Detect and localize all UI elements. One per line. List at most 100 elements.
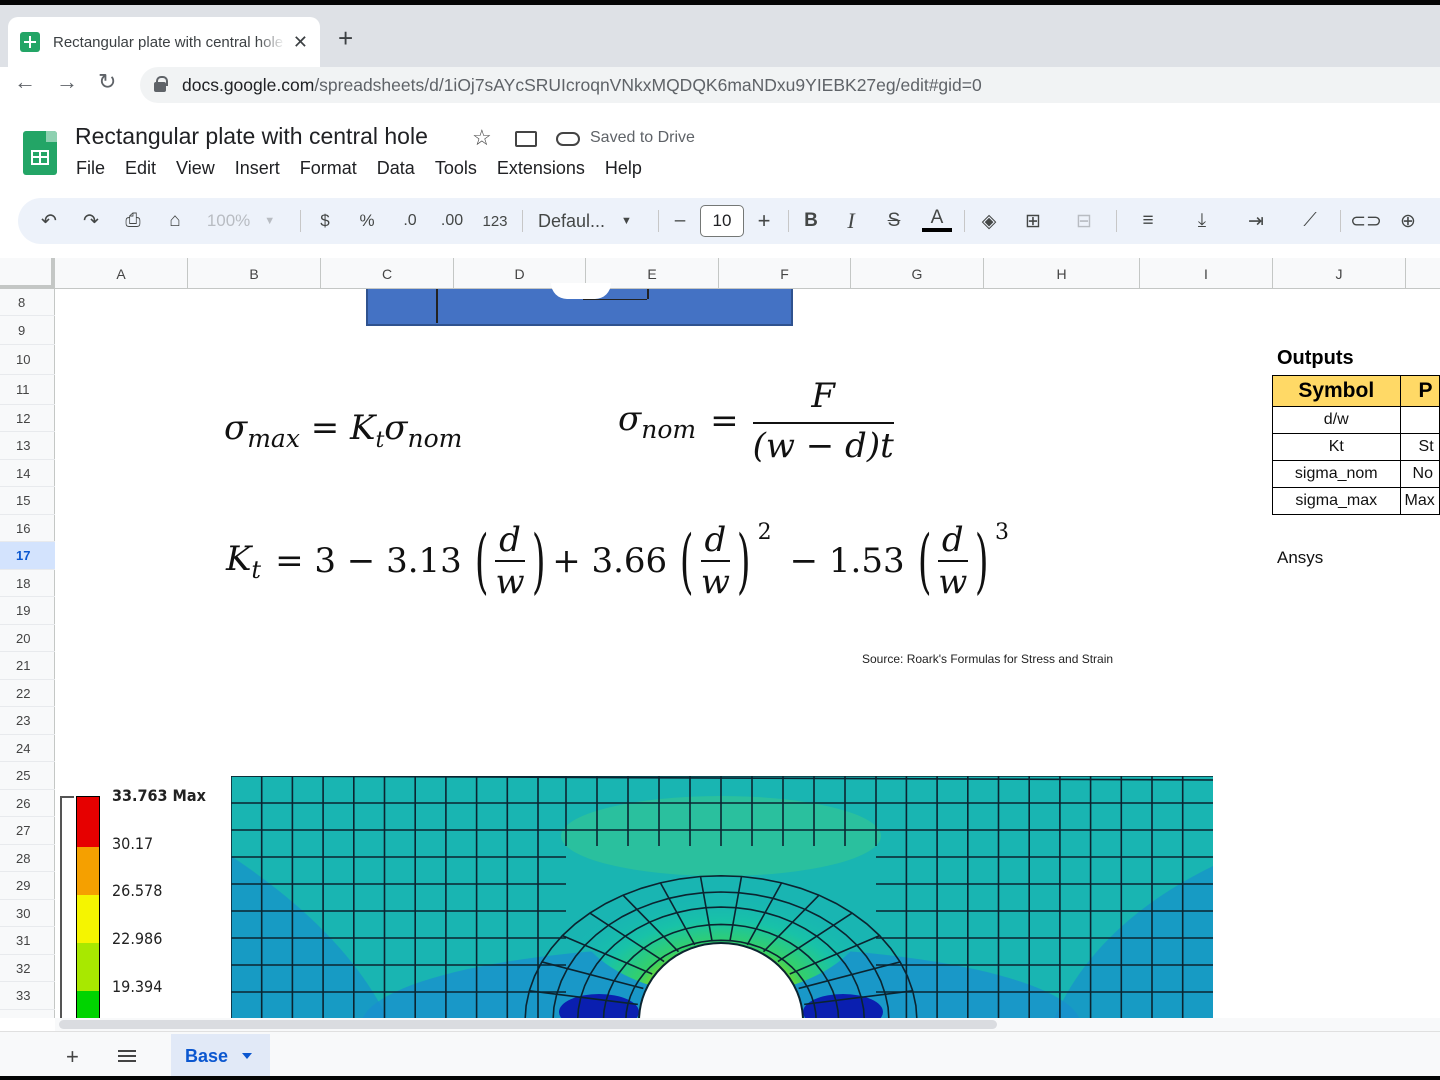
forward-icon[interactable]: → <box>56 71 78 93</box>
menu-format[interactable]: Format <box>290 158 367 179</box>
row-header[interactable]: 12 <box>0 405 55 432</box>
horizontal-scrollbar[interactable] <box>55 1018 1440 1031</box>
lock-icon[interactable] <box>154 76 168 92</box>
spreadsheet-grid[interactable]: A B C D E F G H I J 8 9 10 11 12 13 14 1… <box>0 258 1440 1018</box>
row-header[interactable]: 15 <box>0 487 55 515</box>
text-color-button[interactable]: A <box>924 198 950 244</box>
browser-tab[interactable]: Rectangular plate with central hole ✕ <box>8 17 320 67</box>
horizontal-align-icon[interactable]: ≡ <box>1128 198 1168 244</box>
cloud-saved-icon[interactable] <box>556 132 580 146</box>
insert-comment-icon[interactable]: ⊕ <box>1394 198 1422 244</box>
close-tab-icon[interactable]: ✕ <box>293 33 308 51</box>
row-header[interactable]: 31 <box>0 927 55 955</box>
currency-format-button[interactable]: $ <box>314 198 336 244</box>
row-header-selected[interactable]: 17 <box>0 542 55 570</box>
table-cell[interactable] <box>1399 406 1440 434</box>
row-header[interactable]: 30 <box>0 900 55 927</box>
chevron-down-icon[interactable] <box>242 1053 253 1059</box>
undo-icon[interactable]: ↶ <box>36 198 62 244</box>
menu-extensions[interactable]: Extensions <box>487 158 595 179</box>
table-cell[interactable]: No <box>1399 460 1440 488</box>
sheet-tab-base[interactable]: Base <box>171 1034 270 1078</box>
row-header[interactable]: 10 <box>0 345 55 375</box>
vertical-align-icon[interactable]: ⤓ <box>1182 198 1222 244</box>
document-title[interactable]: Rectangular plate with central hole <box>75 123 428 150</box>
table-cell[interactable]: d/w <box>1272 406 1401 434</box>
row-header[interactable]: 19 <box>0 597 55 625</box>
merge-cells-icon[interactable]: ⊟ <box>1064 198 1104 244</box>
row-header[interactable]: 8 <box>0 289 55 316</box>
menu-help[interactable]: Help <box>595 158 652 179</box>
menu-insert[interactable]: Insert <box>225 158 290 179</box>
save-status[interactable]: Saved to Drive <box>590 129 695 147</box>
table-cell[interactable]: sigma_nom <box>1272 460 1401 488</box>
sigma-nom-equation[interactable]: σnom = F (w − d)t <box>618 376 894 466</box>
back-icon[interactable]: ← <box>14 71 36 93</box>
column-header-h[interactable]: H <box>984 258 1140 289</box>
italic-button[interactable]: I <box>842 198 860 244</box>
menu-edit[interactable]: Edit <box>115 158 166 179</box>
menu-view[interactable]: View <box>166 158 225 179</box>
row-header[interactable]: 25 <box>0 762 55 790</box>
table-cell[interactable]: Max <box>1399 487 1440 515</box>
percent-format-button[interactable]: % <box>355 198 379 244</box>
row-header[interactable]: 28 <box>0 845 55 872</box>
source-note[interactable]: Source: Roark's Formulas for Stress and … <box>862 652 1113 666</box>
row-header[interactable]: 18 <box>0 570 55 597</box>
number-format-button[interactable]: 123 <box>480 198 510 244</box>
select-all-corner[interactable] <box>0 258 55 289</box>
fea-stress-plot-image[interactable] <box>231 776 1213 1018</box>
borders-icon[interactable]: ⊞ <box>1020 198 1046 244</box>
print-icon[interactable]: ⎙ <box>120 198 146 244</box>
column-header-b[interactable]: B <box>188 258 321 289</box>
font-size-input[interactable]: 10 <box>700 205 744 237</box>
all-sheets-icon[interactable] <box>118 1050 136 1062</box>
row-header[interactable]: 29 <box>0 872 55 900</box>
text-wrapping-icon[interactable]: ⇥ <box>1236 198 1276 244</box>
menu-data[interactable]: Data <box>367 158 425 179</box>
kt-equation[interactable]: Kt = 3 − 3.13 ( dw ) + 3.66 ( dw ) 2 − 1… <box>226 520 1009 602</box>
row-header[interactable]: 27 <box>0 817 55 845</box>
strikethrough-button[interactable]: S <box>884 198 904 244</box>
row-header[interactable]: 33 <box>0 982 55 1010</box>
row-header[interactable]: 32 <box>0 955 55 982</box>
reload-icon[interactable]: ↻ <box>98 71 116 93</box>
scrollbar-thumb[interactable] <box>59 1020 997 1029</box>
menu-file[interactable]: File <box>66 158 115 179</box>
row-header[interactable]: 23 <box>0 707 55 735</box>
new-tab-button[interactable]: + <box>338 25 353 51</box>
outputs-header-symbol[interactable]: Symbol <box>1272 375 1401 407</box>
row-header[interactable]: 26 <box>0 790 55 817</box>
column-header-c[interactable]: C <box>321 258 454 289</box>
paint-format-icon[interactable]: ⌂ <box>162 198 188 244</box>
row-header[interactable]: 14 <box>0 460 55 487</box>
move-folder-icon[interactable] <box>515 131 537 147</box>
zoom-select[interactable]: 100% ▼ <box>206 198 276 244</box>
table-cell[interactable]: sigma_max <box>1272 487 1401 515</box>
fill-color-icon[interactable]: ◈ <box>976 198 1002 244</box>
decrease-font-size-button[interactable]: – <box>670 198 690 244</box>
row-header[interactable]: 22 <box>0 680 55 707</box>
row-header[interactable]: 21 <box>0 652 55 680</box>
column-header-j[interactable]: J <box>1273 258 1406 289</box>
ansys-label[interactable]: Ansys <box>1277 548 1323 568</box>
decrease-decimal-button[interactable]: .0 <box>396 198 424 244</box>
redo-icon[interactable]: ↷ <box>78 198 104 244</box>
increase-font-size-button[interactable]: + <box>754 198 774 244</box>
outputs-header-p[interactable]: P <box>1399 375 1440 407</box>
table-cell[interactable]: Kt <box>1272 433 1401 461</box>
row-header[interactable]: 13 <box>0 432 55 460</box>
menu-tools[interactable]: Tools <box>425 158 487 179</box>
column-header-g[interactable]: G <box>851 258 984 289</box>
row-header[interactable]: 24 <box>0 735 55 762</box>
add-sheet-button[interactable]: + <box>66 1044 79 1070</box>
star-icon[interactable]: ☆ <box>472 125 492 151</box>
table-cell[interactable]: St <box>1399 433 1440 461</box>
sheets-logo-icon[interactable] <box>23 131 57 175</box>
column-header-i[interactable]: I <box>1140 258 1273 289</box>
outputs-title[interactable]: Outputs <box>1277 347 1354 370</box>
row-header[interactable]: 20 <box>0 625 55 652</box>
url-text[interactable]: docs.google.com/spreadsheets/d/1iOj7sAYc… <box>182 75 982 96</box>
row-header[interactable]: 11 <box>0 375 55 405</box>
increase-decimal-button[interactable]: .00 <box>436 198 468 244</box>
